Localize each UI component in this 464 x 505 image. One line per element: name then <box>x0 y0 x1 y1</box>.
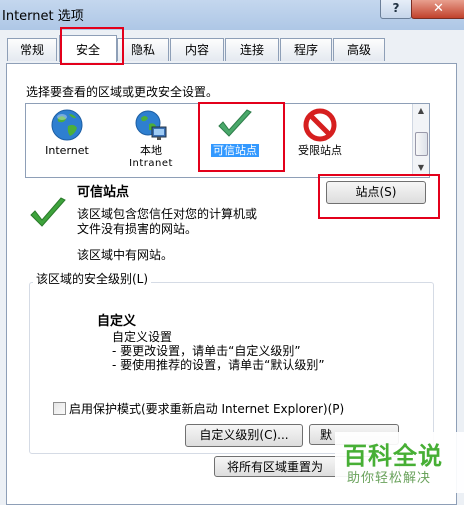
zone-list: Internet 本地 Intranet 可信站点 受限站点 ▲ ▼ <box>25 103 430 178</box>
tab-privacy[interactable]: 隐私 <box>117 38 169 61</box>
zone-internet-label: Internet <box>45 144 89 157</box>
zone-prompt: 选择要查看的区域或更改安全设置。 <box>26 85 219 99</box>
protected-mode-checkbox[interactable] <box>53 402 66 415</box>
zone-trusted-label: 可信站点 <box>211 144 259 157</box>
tab-advanced[interactable]: 高级 <box>333 38 385 61</box>
security-level-title: 自定义 <box>97 314 137 329</box>
watermark-slogan: 助你轻松解决 <box>347 471 432 486</box>
window-title: Internet 选项 <box>2 9 84 24</box>
tab-security[interactable]: 安全 <box>59 35 117 62</box>
zone-intranet-label-2: Intranet <box>129 158 173 169</box>
custom-level-button[interactable]: 自定义级别(C)... <box>185 424 303 447</box>
zone-restricted-sites[interactable]: 受限站点 <box>284 104 356 157</box>
globe-icon <box>51 109 83 141</box>
tab-connections[interactable]: 连接 <box>225 38 279 61</box>
zone-has-sites: 该区域中有网站。 <box>77 248 174 262</box>
zone-list-scrollbar[interactable]: ▲ ▼ <box>412 104 429 175</box>
security-level-label: 该区域的安全级别(L) <box>33 270 152 287</box>
scroll-down-icon[interactable]: ▼ <box>413 161 429 175</box>
sites-button[interactable]: 站点(S) <box>326 181 426 204</box>
tab-content[interactable]: 内容 <box>170 38 224 61</box>
scroll-thumb[interactable] <box>415 132 428 156</box>
tab-general[interactable]: 常规 <box>7 38 57 61</box>
intranet-globe-icon <box>135 110 167 140</box>
title-bar: Internet 选项 ? ✕ <box>0 0 464 30</box>
selected-zone-title: 可信站点 <box>77 185 130 200</box>
protected-mode-label[interactable]: 启用保护模式(要求重新启动 Internet Explorer)(P) <box>69 400 344 417</box>
watermark-logo-text: 百科全说 <box>343 442 443 470</box>
checkmark-icon <box>218 109 252 137</box>
help-button[interactable]: ? <box>380 0 412 19</box>
zone-intranet-label: 本地 <box>140 144 162 157</box>
close-button[interactable]: ✕ <box>411 0 464 19</box>
zone-trusted-sites[interactable]: 可信站点 <box>199 104 271 157</box>
zone-description-2: 文件没有损害的网站。 <box>77 222 198 236</box>
zone-internet[interactable]: Internet <box>31 104 103 157</box>
scroll-up-icon[interactable]: ▲ <box>413 104 429 118</box>
no-entry-icon <box>303 108 337 142</box>
zone-restricted-label: 受限站点 <box>298 144 342 157</box>
zone-local-intranet[interactable]: 本地 Intranet <box>115 104 187 170</box>
trusted-zone-checkmark-icon <box>30 197 66 227</box>
security-level-line-3: - 要使用推荐的设置，请单击“默认级别” <box>112 358 325 372</box>
tab-programs[interactable]: 程序 <box>280 38 332 61</box>
watermark: 百科全说 助你轻松解决 <box>335 432 464 493</box>
